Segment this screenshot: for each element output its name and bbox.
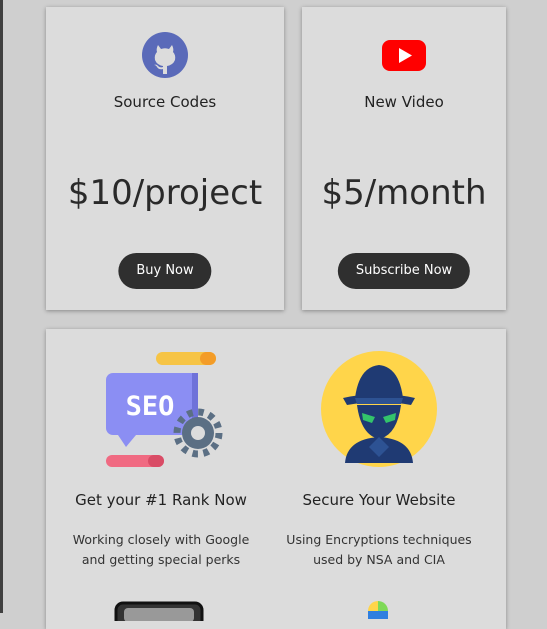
feature-title: Get your #1 Rank Now (75, 491, 247, 509)
features-card: SEO Get your #1 Rank Now Working closely… (46, 329, 506, 629)
pricing-card-new-video: New Video $5/month Subscribe Now (302, 7, 506, 310)
youtube-icon (382, 40, 426, 71)
device-icon-partial (114, 601, 204, 621)
feature-description: Working closely with Google and getting … (46, 530, 276, 570)
feature-description-line: Using Encryptions techniques (286, 532, 472, 547)
card-title: Source Codes (113, 93, 217, 111)
chart-icon-partial (368, 601, 388, 619)
subscribe-now-button[interactable]: Subscribe Now (337, 253, 471, 289)
feature-title: Secure Your Website (302, 491, 456, 509)
card-price: $10/project (67, 173, 263, 213)
seo-icon: SEO (106, 352, 223, 467)
left-edge-strip (0, 0, 3, 613)
feature-security: Secure Your Website Using Encryptions te… (264, 329, 494, 629)
feature-description-line: Working closely with Google (72, 532, 250, 547)
card-price: $5/month (321, 173, 487, 213)
feature-seo: SEO Get your #1 Rank Now Working closely… (46, 329, 276, 629)
card-title: New Video (364, 93, 444, 111)
feature-description: Using Encryptions techniques used by NSA… (264, 530, 494, 570)
github-icon (142, 32, 188, 78)
feature-description-line: and getting special perks (81, 552, 241, 567)
pricing-card-source-codes: Source Codes $10/project Buy Now (46, 7, 284, 310)
spy-icon (321, 351, 437, 467)
feature-description-line: used by NSA and CIA (313, 552, 445, 567)
seo-icon-text: SEO (126, 391, 175, 422)
buy-now-button[interactable]: Buy Now (118, 253, 212, 289)
